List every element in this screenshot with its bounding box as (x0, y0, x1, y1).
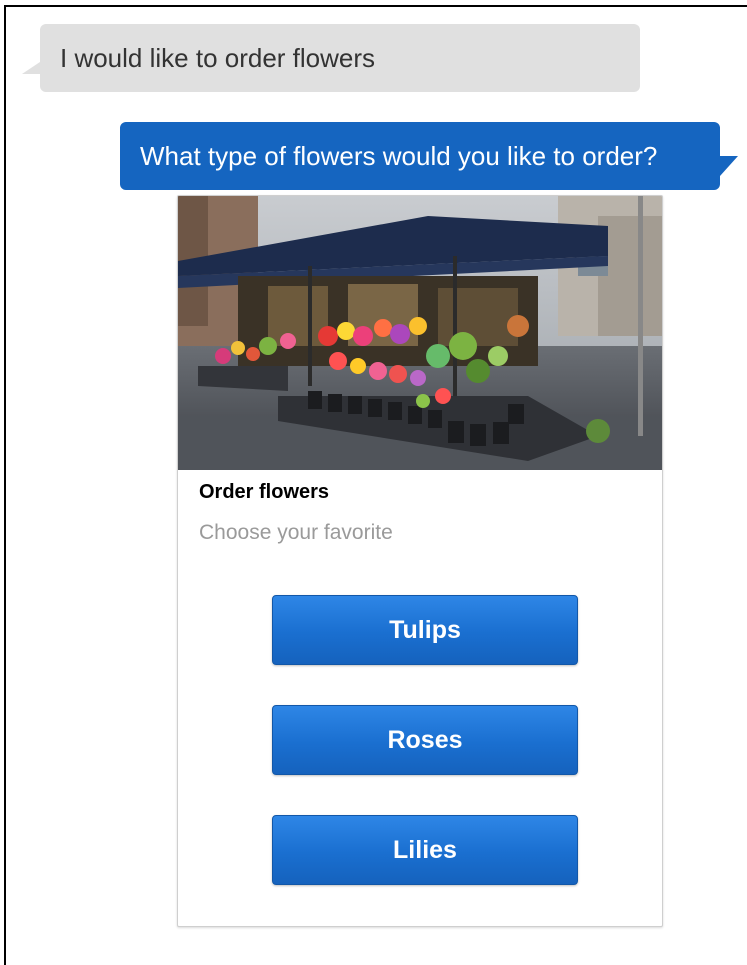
card-subtitle: Choose your favorite (199, 521, 393, 544)
roses-button[interactable]: Roses (272, 705, 578, 775)
user-message-bubble: I would like to order flowers (22, 24, 640, 92)
bot-message-text: What type of flowers would you like to o… (140, 140, 658, 171)
tulips-button[interactable]: Tulips (272, 595, 578, 665)
lilies-button[interactable]: Lilies (272, 815, 578, 885)
roses-button-label: Roses (387, 725, 463, 754)
bot-bubble-tail (720, 156, 738, 176)
response-card: Order flowers Choose your favorite Tulip… (177, 195, 663, 927)
lilies-button-label: Lilies (393, 835, 457, 864)
user-message-text: I would like to order flowers (60, 42, 376, 73)
bot-message-bubble: What type of flowers would you like to o… (120, 122, 738, 190)
flower-stall-image (178, 196, 662, 470)
tulips-button-label: Tulips (389, 615, 461, 644)
user-bubble-tail (22, 62, 40, 74)
card-title: Order flowers (199, 481, 330, 503)
